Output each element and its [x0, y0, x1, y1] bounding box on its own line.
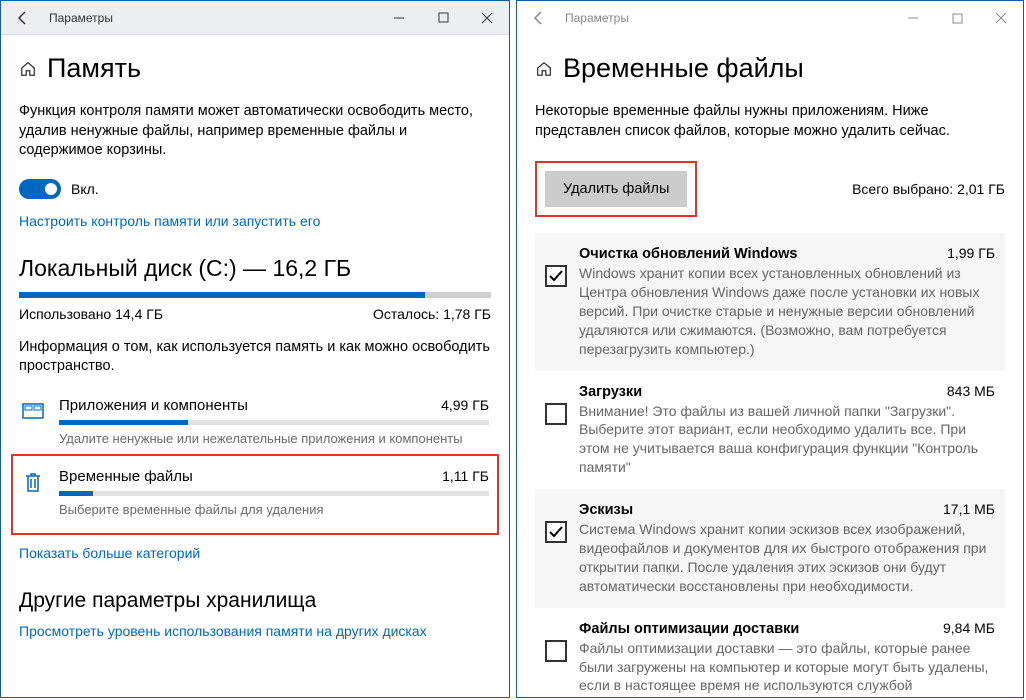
- category-bar: [59, 491, 489, 496]
- disk-usage-bar: [19, 292, 491, 298]
- temp-file-item: Файлы оптимизации доставки 9,84 МБ Файлы о…: [535, 608, 1005, 697]
- item-description: Windows хранит копии всех установленных …: [579, 264, 995, 358]
- category-temporary-files[interactable]: Временные файлы 1,11 ГБ Выберите временн…: [19, 464, 491, 525]
- configure-storage-sense-link[interactable]: Настроить контроль памяти или запустить …: [19, 213, 491, 229]
- temp-files-description: Некоторые временные файлы нужны приложен…: [535, 102, 1005, 141]
- category-size: 4,99 ГБ: [441, 397, 489, 413]
- disk-free-label: Осталось: 1,78 ГБ: [373, 306, 491, 322]
- back-button[interactable]: [1, 1, 45, 35]
- window-title: Параметры: [561, 11, 891, 25]
- storage-sense-toggle[interactable]: [19, 179, 61, 199]
- settings-window-storage: Параметры Память Функция контроля памяти…: [0, 0, 510, 698]
- item-size: 1,99 ГБ: [947, 245, 995, 261]
- item-description: Файлы оптимизации доставки — это файлы, …: [579, 639, 995, 697]
- item-description: Система Windows хранит копии эскизов все…: [579, 520, 995, 596]
- settings-window-temporary-files: Параметры Временные файлы Некоторые врем…: [516, 0, 1024, 698]
- other-storage-heading: Другие параметры хранилища: [19, 589, 491, 613]
- storage-sense-description: Функция контроля памяти может автоматиче…: [19, 102, 491, 161]
- highlight-temporary-files: Временные файлы 1,11 ГБ Выберите временн…: [11, 454, 499, 535]
- category-bar: [59, 420, 489, 425]
- highlight-delete-button: Удалить файлы: [535, 161, 697, 217]
- temp-file-item: Загрузки 843 МБ Внимание! Это файлы из ваш…: [535, 371, 1005, 490]
- view-other-disks-link[interactable]: Просмотреть уровень использования памяти…: [19, 623, 491, 639]
- delete-files-button[interactable]: Удалить файлы: [545, 171, 687, 207]
- checkbox[interactable]: [545, 403, 567, 425]
- close-button[interactable]: [979, 1, 1023, 35]
- disk-title: Локальный диск (C:) — 16,2 ГБ: [19, 255, 491, 282]
- item-description: Внимание! Это файлы из вашей личной папк…: [579, 402, 995, 478]
- checkbox[interactable]: [545, 640, 567, 662]
- page-title: Память: [47, 53, 141, 84]
- close-button[interactable]: [465, 1, 509, 35]
- titlebar: Параметры: [1, 1, 509, 35]
- item-title: Очистка обновлений Windows: [579, 246, 797, 262]
- category-apps[interactable]: Приложения и компоненты 4,99 ГБ Удалите …: [19, 393, 491, 454]
- home-icon[interactable]: [535, 60, 553, 78]
- item-title: Файлы оптимизации доставки: [579, 621, 799, 637]
- maximize-button[interactable]: [935, 1, 979, 35]
- checkbox[interactable]: [545, 265, 567, 287]
- minimize-button[interactable]: [891, 1, 935, 35]
- item-size: 843 МБ: [947, 383, 995, 399]
- category-name: Приложения и компоненты: [59, 397, 248, 414]
- page-title: Временные файлы: [563, 53, 804, 84]
- show-more-categories-link[interactable]: Показать больше категорий: [19, 545, 491, 561]
- toggle-label: Вкл.: [71, 181, 99, 197]
- back-button[interactable]: [517, 1, 561, 35]
- temp-file-item: Эскизы 17,1 МБ Система Windows хранит копи…: [535, 489, 1005, 608]
- category-sub: Удалите ненужные или нежелательные прило…: [59, 431, 489, 446]
- category-sub: Выберите временные файлы для удаления: [59, 502, 489, 517]
- content-area: Временные файлы Некоторые временные файл…: [517, 35, 1023, 697]
- home-icon[interactable]: [19, 60, 37, 78]
- titlebar: Параметры: [517, 1, 1023, 35]
- total-selected-label: Всего выбрано: 2,01 ГБ: [852, 181, 1005, 197]
- item-size: 17,1 МБ: [943, 501, 995, 517]
- disk-description: Информация о том, как используется памят…: [19, 338, 491, 377]
- item-title: Эскизы: [579, 502, 633, 518]
- content-area: Память Функция контроля памяти может авт…: [1, 35, 509, 697]
- trash-icon: [21, 470, 45, 494]
- disk-used-label: Использовано 14,4 ГБ: [19, 306, 163, 322]
- temp-file-item: Очистка обновлений Windows 1,99 ГБ Windows…: [535, 233, 1005, 370]
- window-title: Параметры: [45, 11, 377, 25]
- minimize-button[interactable]: [377, 1, 421, 35]
- checkbox[interactable]: [545, 521, 567, 543]
- item-size: 9,84 МБ: [943, 620, 995, 636]
- maximize-button[interactable]: [421, 1, 465, 35]
- category-name: Временные файлы: [59, 468, 193, 485]
- apps-icon: [21, 399, 45, 423]
- item-title: Загрузки: [579, 384, 642, 400]
- category-size: 1,11 ГБ: [442, 468, 489, 484]
